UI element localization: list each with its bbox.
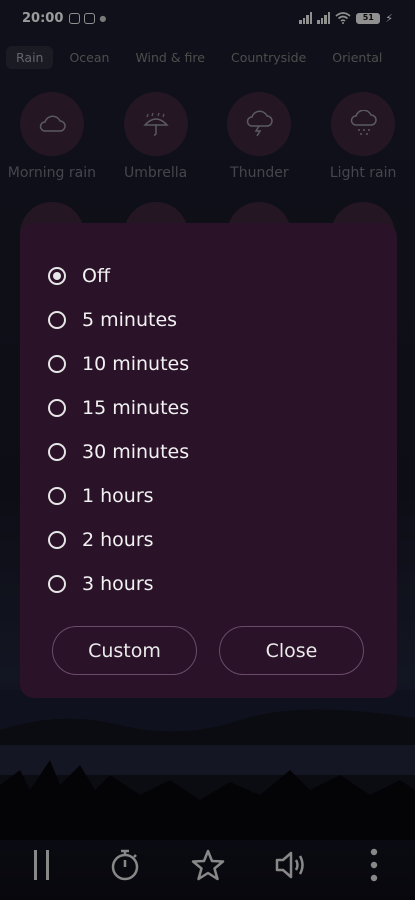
radio[interactable]	[48, 575, 66, 593]
timer-option-15-minutes[interactable]: 15 minutes	[48, 393, 189, 423]
timer-option-30-minutes[interactable]: 30 minutes	[48, 437, 189, 467]
timer-icon[interactable]	[103, 843, 147, 887]
custom-button[interactable]: Custom	[52, 626, 197, 675]
option-label: 30 minutes	[82, 441, 190, 463]
radio[interactable]	[48, 399, 66, 417]
timer-option-2-hours[interactable]: 2 hours	[48, 525, 154, 555]
star-icon[interactable]	[186, 843, 230, 887]
pause-icon[interactable]	[20, 843, 64, 887]
option-label: Off	[82, 265, 111, 287]
option-label: 5 minutes	[82, 309, 178, 331]
radio-checked[interactable]	[48, 267, 66, 285]
radio[interactable]	[48, 487, 66, 505]
radio[interactable]	[48, 311, 66, 329]
option-label: 10 minutes	[82, 353, 190, 375]
timer-option-off[interactable]: Off	[48, 261, 110, 291]
timer-option-1-hours[interactable]: 1 hours	[48, 481, 154, 511]
volume-icon[interactable]	[269, 843, 313, 887]
more-vert-icon[interactable]	[352, 843, 396, 887]
radio[interactable]	[48, 531, 66, 549]
bottom-bar	[0, 830, 415, 900]
close-button[interactable]: Close	[219, 626, 364, 675]
option-label: 15 minutes	[82, 397, 190, 419]
option-label: 1 hours	[82, 485, 154, 507]
radio[interactable]	[48, 443, 66, 461]
option-label: 2 hours	[82, 529, 154, 551]
timer-option-3-hours[interactable]: 3 hours	[48, 569, 154, 599]
option-label: 3 hours	[82, 573, 154, 595]
timer-option-10-minutes[interactable]: 10 minutes	[48, 349, 189, 379]
radio[interactable]	[48, 355, 66, 373]
timer-option-5-minutes[interactable]: 5 minutes	[48, 305, 177, 335]
timer-dialog: Off 5 minutes 10 minutes 15 minutes 30 m…	[20, 223, 397, 698]
